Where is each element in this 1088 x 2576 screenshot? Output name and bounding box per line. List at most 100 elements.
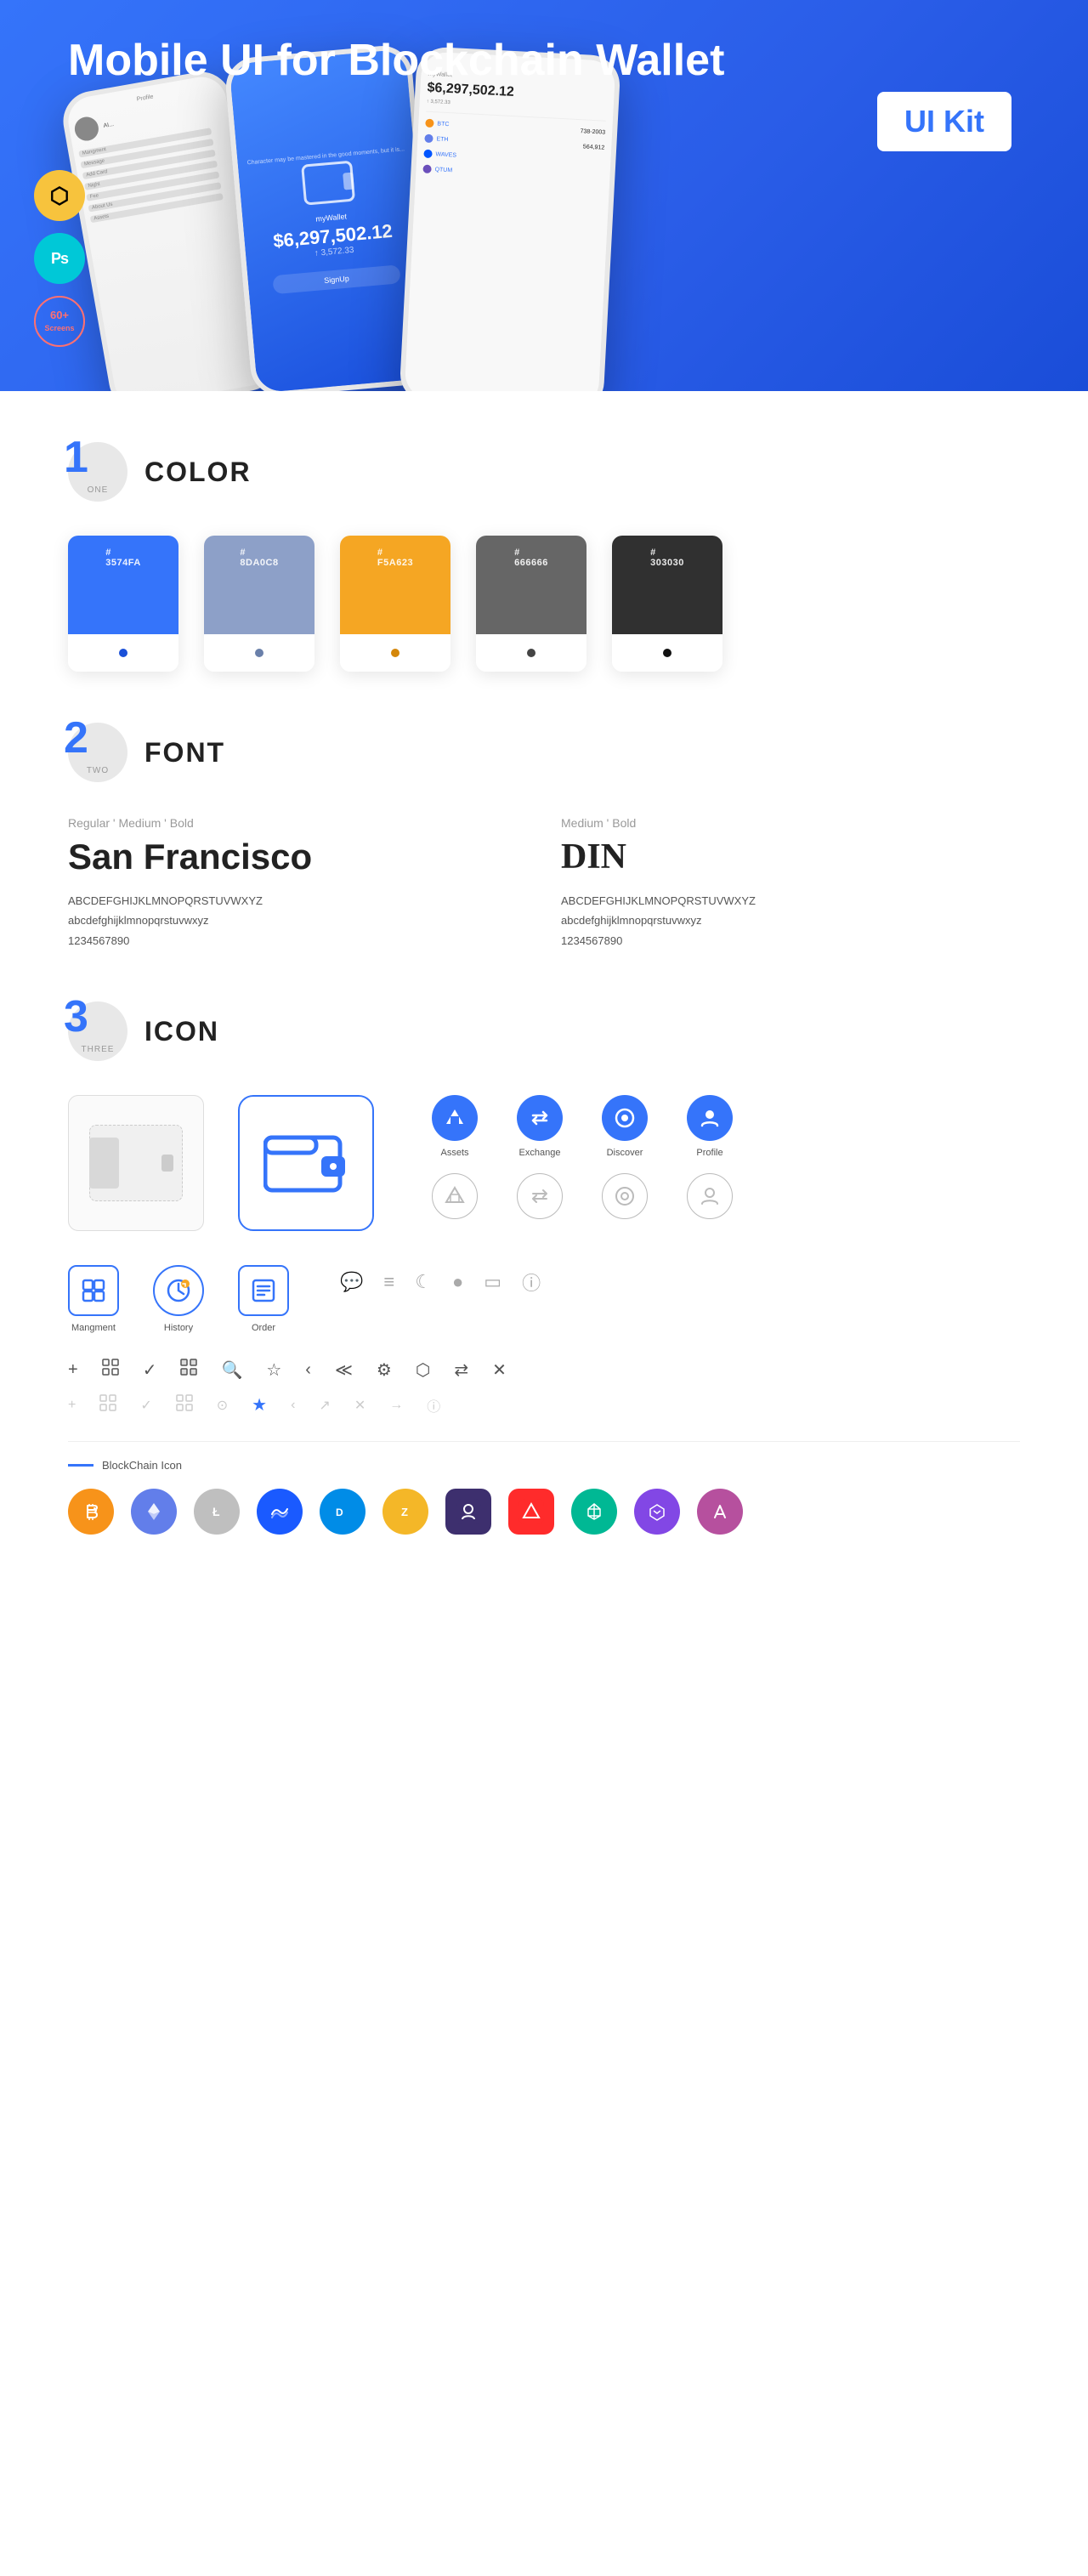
color-section-title: COLOR bbox=[144, 457, 252, 488]
nav-icons-filled: Assets Exchange bbox=[425, 1095, 740, 1158]
info2-icon: ⓘ bbox=[427, 1395, 440, 1416]
zec-icon: Z bbox=[382, 1489, 428, 1535]
stack-icon: ≡ bbox=[383, 1271, 394, 1293]
color-section-header: 1 ONE COLOR bbox=[68, 442, 1020, 502]
export-icon: ⬡ bbox=[416, 1359, 430, 1381]
icon-assets: Assets bbox=[425, 1095, 484, 1158]
search-outline-icon: ⊙ bbox=[217, 1397, 228, 1414]
hero-badges: ⬡ Ps 60+Screens bbox=[34, 170, 85, 347]
icon-exchange: Exchange bbox=[510, 1095, 570, 1158]
color-section-number: 1 ONE bbox=[68, 442, 128, 502]
svg-text:D: D bbox=[336, 1506, 343, 1518]
grid-icon bbox=[102, 1359, 119, 1381]
color-section: 1 ONE COLOR #3574FA #8DA0C8 #F5A623 bbox=[68, 442, 1020, 672]
icon-section-title: ICON bbox=[144, 1016, 219, 1047]
icon-profile-outline bbox=[680, 1173, 740, 1219]
check-icon: ✓ bbox=[143, 1359, 157, 1381]
close-icon: ✕ bbox=[492, 1359, 507, 1381]
share-icon: ≪ bbox=[335, 1359, 353, 1381]
grid-outline-icon bbox=[99, 1394, 116, 1416]
swatch-dark: #303030 bbox=[612, 536, 722, 672]
speech-icon: ▭ bbox=[484, 1271, 502, 1293]
augur-icon bbox=[508, 1489, 554, 1535]
circle-icon: ● bbox=[452, 1271, 463, 1293]
plus-icon: + bbox=[68, 1360, 78, 1380]
screens-badge: 60+Screens bbox=[34, 296, 85, 347]
utility-icons-row2: + ✓ ⊙ ★ ‹ ↗ ✕ → ⓘ bbox=[68, 1394, 1020, 1416]
icon-order: Order bbox=[238, 1265, 289, 1333]
main-content: 1 ONE COLOR #3574FA #8DA0C8 #F5A623 bbox=[0, 391, 1088, 1637]
hero-title: Mobile UI for Blockchain Wallet bbox=[68, 34, 724, 87]
icon-display-row: Assets Exchange bbox=[68, 1095, 1020, 1231]
divider bbox=[68, 1441, 1020, 1442]
blockchain-line bbox=[68, 1464, 94, 1467]
plus-outline-icon: + bbox=[68, 1398, 76, 1413]
chat-icon: 💬 bbox=[340, 1271, 363, 1293]
sketch-badge: ⬡ bbox=[34, 170, 85, 221]
search-icon: 🔍 bbox=[221, 1359, 242, 1381]
icon-section-header: 3 THREE ICON bbox=[68, 1001, 1020, 1061]
moon-icon: ☾ bbox=[415, 1271, 432, 1293]
crystal-icon bbox=[571, 1489, 617, 1535]
ltc-icon: Ł bbox=[194, 1489, 240, 1535]
icon-section: 3 THREE ICON bbox=[68, 1001, 1020, 1535]
back-icon: ‹ bbox=[305, 1360, 311, 1380]
blockchain-label: BlockChain Icon bbox=[68, 1459, 1020, 1472]
font-block-din: Medium ' Bold DIN ABCDEFGHIJKLMNOPQRSTUV… bbox=[561, 816, 1020, 950]
grid-icon-crypto bbox=[445, 1489, 491, 1535]
action-icons-main: Mangment History bbox=[68, 1265, 289, 1333]
nav-icons-outline bbox=[425, 1173, 740, 1219]
icon-discover: Discover bbox=[595, 1095, 654, 1158]
font-block-sf: Regular ' Medium ' Bold San Francisco AB… bbox=[68, 816, 527, 950]
nav-icons-group: Assets Exchange bbox=[408, 1095, 740, 1219]
arrow-icon: → bbox=[389, 1398, 403, 1413]
color-swatches: #3574FA #8DA0C8 #F5A623 #666666 bbox=[68, 536, 1020, 672]
back-outline-icon: ‹ bbox=[291, 1398, 295, 1413]
icon-solid-wallet bbox=[238, 1095, 374, 1231]
aave-icon bbox=[697, 1489, 743, 1535]
swatch-blue: #3574FA bbox=[68, 536, 178, 672]
icon-history: History bbox=[153, 1265, 204, 1333]
star-icon: ☆ bbox=[266, 1359, 281, 1381]
waves-icon bbox=[257, 1489, 303, 1535]
grid2-icon bbox=[180, 1359, 197, 1381]
settings-icon: ⚙ bbox=[377, 1359, 392, 1381]
font-grid: Regular ' Medium ' Bold San Francisco AB… bbox=[68, 816, 1020, 950]
hero-section: Mobile UI for Blockchain Wallet UI Kit ⬡… bbox=[0, 0, 1088, 391]
action-icons-row: Mangment History bbox=[68, 1265, 1020, 1333]
btc-icon bbox=[68, 1489, 114, 1535]
grid2-outline-icon bbox=[176, 1394, 193, 1416]
font-section-number: 2 TWO bbox=[68, 723, 128, 782]
star-filled-icon: ★ bbox=[252, 1394, 267, 1416]
swatch-orange: #F5A623 bbox=[340, 536, 450, 672]
icon-exchange-outline bbox=[510, 1173, 570, 1219]
eth-icon bbox=[131, 1489, 177, 1535]
svg-text:Z: Z bbox=[401, 1506, 408, 1518]
info-icon: ⓘ bbox=[522, 1268, 541, 1296]
share2-icon: ↗ bbox=[319, 1397, 330, 1414]
ui-kit-badge: UI Kit bbox=[877, 92, 1012, 151]
font-section-header: 2 TWO FONT bbox=[68, 723, 1020, 782]
font-section-title: FONT bbox=[144, 737, 225, 769]
close2-icon: ✕ bbox=[354, 1397, 366, 1414]
phone-right: + myWallet $6,297,502.12 ↑ 3,572.33 BTC … bbox=[399, 46, 621, 391]
swap-icon: ⇄ bbox=[454, 1359, 468, 1381]
font-section: 2 TWO FONT Regular ' Medium ' Bold San F… bbox=[68, 723, 1020, 950]
icon-section-number: 3 THREE bbox=[68, 1001, 128, 1061]
icon-management: Mangment bbox=[68, 1265, 119, 1333]
icon-wireframe-wallet bbox=[68, 1095, 204, 1231]
misc-icons-group: 💬 ≡ ☾ ● ▭ ⓘ bbox=[340, 1265, 541, 1296]
ps-badge: Ps bbox=[34, 233, 85, 284]
matic-icon bbox=[634, 1489, 680, 1535]
icon-profile: Profile bbox=[680, 1095, 740, 1158]
swatch-steel: #8DA0C8 bbox=[204, 536, 314, 672]
svg-text:Ł: Ł bbox=[212, 1505, 220, 1518]
icon-discover-outline bbox=[595, 1173, 654, 1219]
dash-icon: D bbox=[320, 1489, 366, 1535]
icon-assets-outline bbox=[425, 1173, 484, 1219]
misc-icons-row1: 💬 ≡ ☾ ● ▭ ⓘ bbox=[340, 1268, 541, 1296]
swatch-gray: #666666 bbox=[476, 536, 586, 672]
check-outline-icon: ✓ bbox=[140, 1397, 151, 1414]
utility-icons-row: + ✓ 🔍 ☆ ‹ ≪ ⚙ ⬡ ⇄ ✕ bbox=[68, 1359, 1020, 1381]
crypto-coins-row: Ł D Z bbox=[68, 1489, 1020, 1535]
